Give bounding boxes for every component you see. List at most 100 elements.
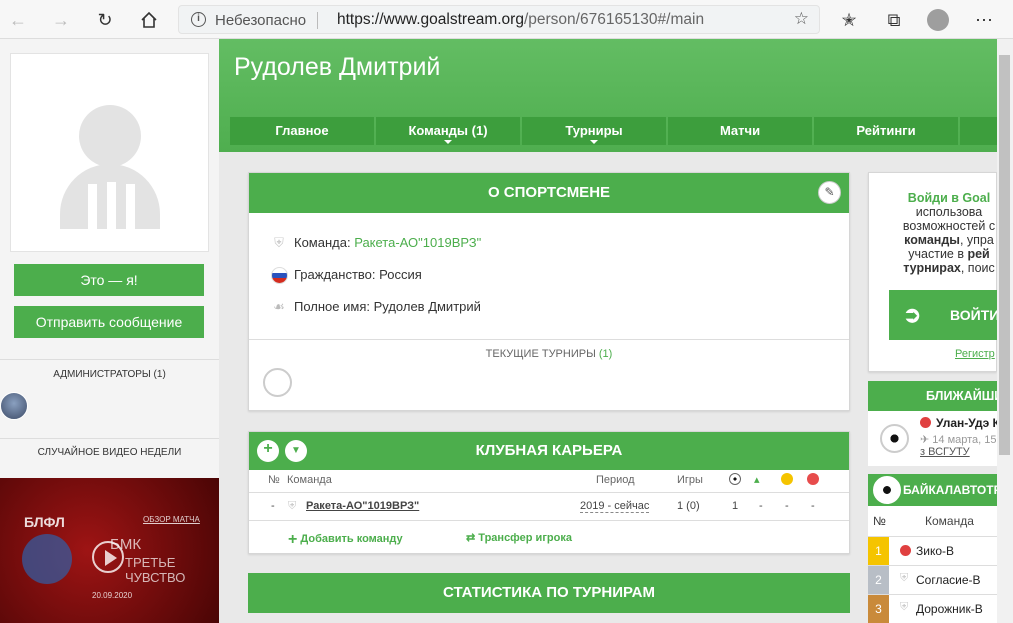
russia-flag-icon [270, 267, 288, 285]
login-icon: ➲ [903, 302, 922, 327]
video-subtitle: ТРЕТЬЕ ЧУВСТВО [125, 555, 186, 585]
red-card-icon [807, 473, 819, 488]
home-icon[interactable] [137, 8, 161, 32]
edit-pencil-icon[interactable]: ✎ [818, 181, 841, 204]
chevron-down-icon [590, 140, 598, 144]
favorite-star-icon[interactable]: ☆ [794, 9, 809, 29]
default-avatar-icon [60, 105, 160, 229]
position-badge: 1 [868, 537, 889, 565]
more-menu-icon[interactable]: ⋯ [972, 8, 996, 32]
video-title: СЛУЧАЙНОЕ ВИДЕО НЕДЕЛИ [37, 447, 182, 458]
profile-photo [10, 53, 209, 252]
col-num: № [873, 514, 886, 528]
address-bar[interactable]: i Небезопасно https://www.goalstream.org… [178, 5, 820, 34]
standings-table: № Команда 1 Зико-В 2 ⛨ Согласие-В 3 ⛨ До… [868, 506, 997, 623]
tournament-stats-header[interactable]: СТАТИСТИКА ПО ТУРНИРАМ [248, 573, 850, 613]
plus-icon: + [288, 531, 298, 548]
assist-boot-icon: ▴ [754, 474, 760, 486]
page-title: Рудолев Дмитрий [234, 53, 441, 81]
team-logo-icon [880, 424, 909, 453]
row-yellow: - [785, 500, 789, 512]
table-row[interactable]: 2 ⛨ Согласие-В [868, 566, 997, 594]
shield-icon: ⛨ [900, 572, 909, 584]
reload-icon[interactable]: ↻ [93, 8, 117, 32]
video-thumbnail[interactable]: БЛФЛ ОБЗОР МАТЧА БМК ТРЕТЬЕ ЧУВСТВО 20.0… [0, 478, 219, 623]
page-scrollbar[interactable] [997, 39, 1013, 623]
row-red: - [811, 500, 815, 512]
register-link[interactable]: Регистр [955, 348, 995, 360]
video-league: БЛФЛ [24, 514, 65, 530]
team-name: Зико-В [916, 544, 955, 558]
nearest-match-item[interactable]: Улан-Удэ К ✈ 14 марта, 15 з ВСГУТУ [868, 411, 1000, 466]
admins-title: АДМИНИСТРАТОРЫ (1) [53, 369, 166, 380]
tab-tournaments[interactable]: Турниры [522, 117, 666, 145]
tab-more[interactable] [960, 117, 997, 145]
shield-icon: ⛨ [288, 500, 297, 512]
forward-icon[interactable]: → [49, 8, 73, 32]
career-title: КЛУБНАЯ КАРЬЕРА [249, 432, 849, 470]
divider [0, 359, 219, 360]
citizenship-row: Гражданство: Россия [270, 267, 422, 285]
club-crest-icon [22, 534, 72, 584]
collections-icon[interactable]: ⧉ [882, 8, 906, 32]
its-me-button[interactable]: Это — я! [14, 264, 204, 296]
current-tournaments-title: ТЕКУЩИЕ ТУРНИРЫ (1) [485, 348, 613, 360]
yellow-card-icon [781, 473, 793, 488]
team-row: ⛨ Команда: Ракета-АО"1019ВРЗ" [270, 235, 481, 251]
row-assists: - [759, 500, 763, 512]
goal-ball-icon [729, 473, 741, 488]
team-link[interactable]: Ракета-АО"1019ВРЗ" [354, 235, 481, 250]
team-badge-icon [920, 417, 931, 428]
transfer-icon: ⇄ [466, 532, 476, 544]
nearest-match-title: БЛИЖАЙШИ [868, 381, 997, 411]
match-date: ✈ 14 марта, 15 [920, 434, 997, 446]
match-team: Улан-Удэ К [936, 416, 1000, 430]
row-games: 1 (0) [677, 500, 700, 512]
add-team-button[interactable]: + Добавить команду [288, 531, 403, 549]
profile-nav: Главное Команды (1) Турниры Матчи Рейтин… [230, 117, 997, 145]
info-icon[interactable]: i [191, 12, 206, 27]
row-num: - [271, 500, 275, 512]
login-button[interactable]: ➲ ВОЙТИ [889, 290, 999, 340]
video-tag: ОБЗОР МАТЧА [143, 515, 200, 524]
row-team-link[interactable]: Ракета-АО"1019ВРЗ" [306, 500, 419, 512]
about-title: О СПОРТСМЕНЕ [249, 173, 849, 213]
profile-avatar-icon[interactable] [926, 8, 950, 32]
security-label: Небезопасно [215, 12, 307, 29]
tag-icon: ☙ [273, 299, 285, 314]
chevron-down-icon [444, 140, 452, 144]
col-period[interactable]: Период [596, 474, 635, 486]
table-row[interactable]: 1 Зико-В [868, 537, 997, 565]
row-goals: 1 [732, 500, 739, 512]
send-message-button[interactable]: Отправить сообщение [14, 306, 204, 338]
shield-icon: ⛨ [900, 601, 909, 613]
play-icon[interactable] [92, 541, 124, 573]
row-period: 2019 - сейчас [580, 500, 650, 513]
tab-ratings[interactable]: Рейтинги [814, 117, 958, 145]
position-badge: 2 [868, 566, 889, 594]
admin-avatar[interactable] [0, 392, 28, 420]
plus-icon[interactable]: + [257, 440, 279, 462]
col-team: Команда [925, 514, 974, 528]
position-badge: 3 [868, 595, 889, 623]
login-promo-title: Войди в Goal [907, 191, 991, 205]
url-text[interactable]: https://www.goalstream.org/person/676165… [337, 11, 704, 29]
team-name: Дорожник-В [916, 602, 983, 616]
tournament-logo-icon[interactable] [263, 368, 292, 397]
col-games[interactable]: Игры [677, 474, 703, 486]
scrollbar-thumb[interactable] [999, 55, 1010, 455]
team-badge-icon [900, 545, 911, 556]
tab-matches[interactable]: Матчи [668, 117, 812, 145]
favorites-icon[interactable]: ✭ [837, 8, 861, 32]
col-team[interactable]: Команда [287, 474, 332, 486]
tab-teams[interactable]: Команды (1) [376, 117, 520, 145]
fullname-row: ☙ Полное имя: Рудолев Дмитрий [270, 299, 481, 315]
table-row[interactable]: 3 ⛨ Дорожник-В [868, 595, 997, 623]
match-league-link[interactable]: з ВСГУТУ [920, 446, 970, 458]
transfer-player-button[interactable]: ⇄ Трансфер игрока [466, 531, 572, 544]
chevron-down-icon[interactable]: ▼ [285, 440, 307, 462]
about-athlete-card: О СПОРТСМЕНЕ [248, 172, 850, 411]
tab-main[interactable]: Главное [230, 117, 374, 145]
back-icon[interactable]: ← [6, 8, 30, 32]
col-num: № [268, 474, 280, 486]
